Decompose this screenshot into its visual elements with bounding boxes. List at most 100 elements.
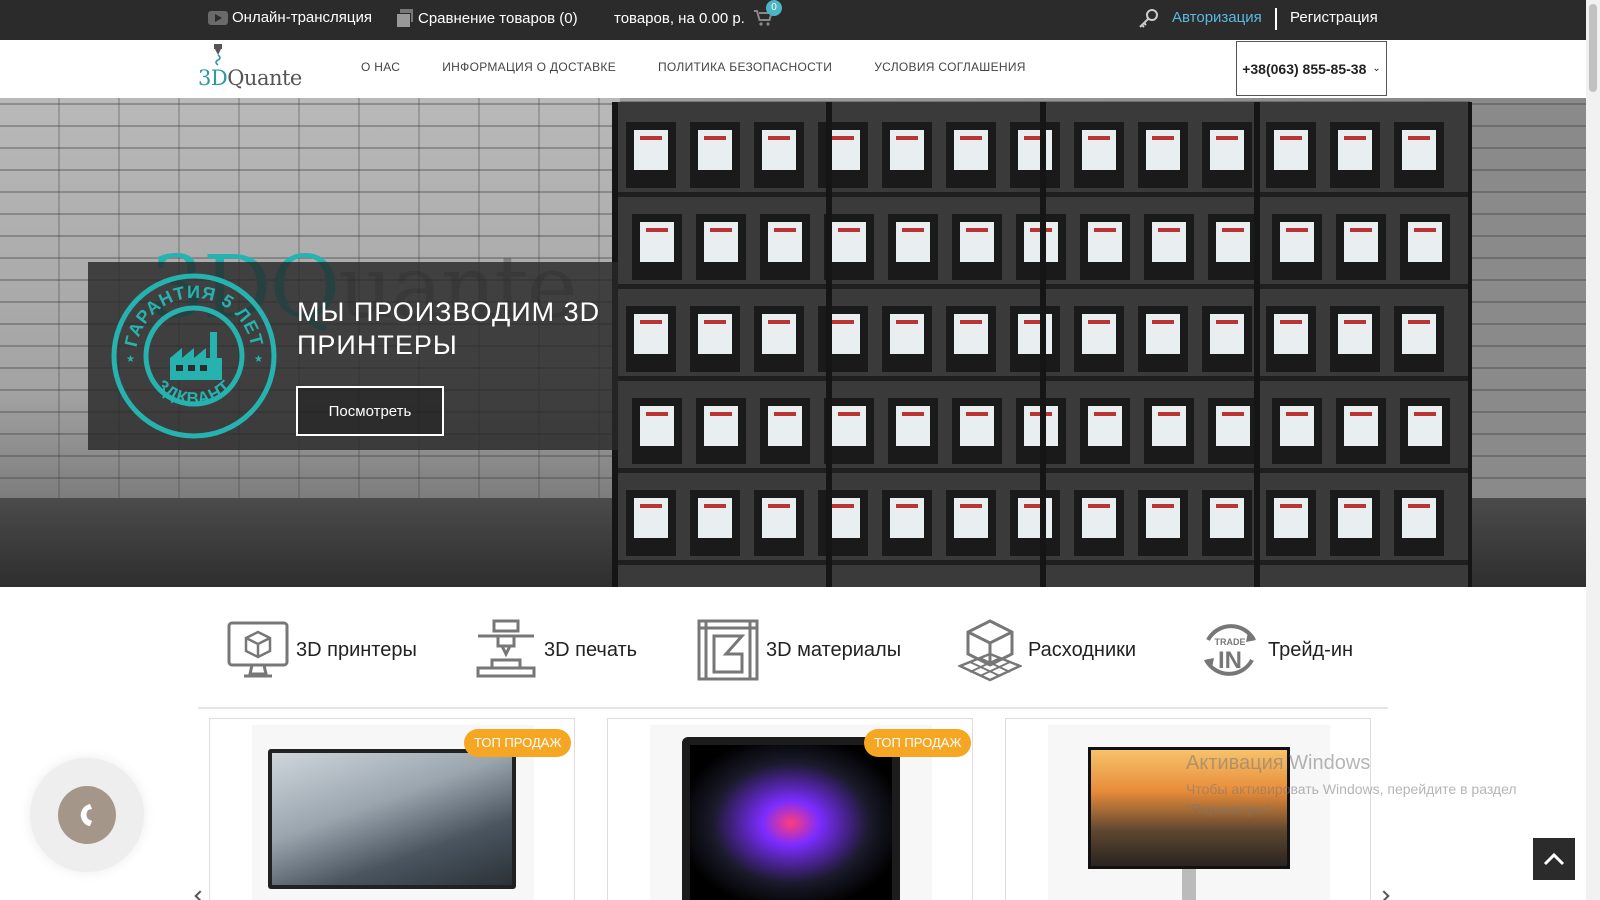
register-link[interactable]: Регистрация: [1290, 9, 1378, 26]
nav-item-about[interactable]: О НАС: [361, 60, 400, 74]
printer-head: [774, 228, 796, 232]
hero-banner: 3DQuante ГАРАНТИЯ 5 ЛЕТ 3ДКВАНТ ★ ★: [0, 98, 1586, 587]
cart-link[interactable]: товаров, на 0.00 р.: [614, 9, 773, 27]
live-stream-label: Онлайн-трансляция: [232, 9, 373, 26]
printer-head: [1152, 504, 1174, 508]
callback-widget: [30, 758, 144, 872]
printer-head: [1344, 320, 1366, 324]
print-head-icon: [476, 619, 536, 678]
site-logo[interactable]: 3DQuante: [198, 44, 310, 94]
printer-head: [704, 320, 726, 324]
printer-head: [640, 320, 662, 324]
category-label: Трейд-ин: [1268, 638, 1354, 661]
rack-post: [1254, 102, 1260, 587]
nav-item-delivery[interactable]: ИНФОРМАЦИЯ О ДОСТАВКЕ: [442, 60, 616, 74]
printer-head: [1158, 228, 1180, 232]
printer-head: [1408, 320, 1430, 324]
category-trade-in[interactable]: TRADE IN Трейд-ин: [1198, 617, 1353, 683]
category-3d-printers[interactable]: 3D принтеры: [226, 617, 417, 683]
hero-title: МЫ ПРОИЗВОДИМ 3D ПРИНТЕРЫ: [297, 297, 601, 360]
category-label: 3D принтеры: [296, 638, 417, 661]
login-link[interactable]: Авторизация: [1172, 9, 1262, 26]
printer-head: [1280, 504, 1302, 508]
printer-head: [710, 228, 732, 232]
printer-head: [768, 320, 790, 324]
cube-grid-icon: [958, 619, 1022, 682]
phone-number: +38(063) 855-85-38: [1242, 60, 1367, 77]
nav-item-terms[interactable]: УСЛОВИЯ СОГЛАШЕНИЯ: [874, 60, 1026, 74]
scrollbar-thumb[interactable]: [1589, 4, 1597, 92]
warranty-badge: ГАРАНТИЯ 5 ЛЕТ 3ДКВАНТ ★ ★: [111, 273, 277, 439]
printer-head: [1414, 412, 1436, 416]
printer-head: [1286, 228, 1308, 232]
chevron-up-icon: [1543, 852, 1565, 866]
printer-head: [896, 136, 918, 140]
laptop-image: [682, 737, 900, 900]
hero-panel: ГАРАНТИЯ 5 ЛЕТ 3ДКВАНТ ★ ★ МЫ ПРОИЗВОДИМ…: [88, 262, 618, 450]
printer-head: [1088, 136, 1110, 140]
rack-post: [826, 102, 832, 587]
printer-head: [1216, 320, 1238, 324]
logo-suffix: Quante: [227, 66, 302, 90]
printer-head: [902, 412, 924, 416]
scroll-to-top-button[interactable]: [1533, 838, 1575, 880]
main-nav: О НАС ИНФОРМАЦИЯ О ДОСТАВКЕ ПОЛИТИКА БЕЗ…: [361, 60, 1026, 74]
windows-activation-text-2: "Параметры".: [1186, 801, 1275, 817]
printer-head: [768, 136, 790, 140]
printer-head: [896, 320, 918, 324]
live-stream-link[interactable]: Онлайн-трансляция: [208, 9, 372, 26]
printer-head: [1152, 136, 1174, 140]
printer-head: [1286, 412, 1308, 416]
printer-head: [704, 504, 726, 508]
svg-text:IN: IN: [1218, 647, 1242, 674]
printer-head: [896, 504, 918, 508]
category-3d-materials[interactable]: 3D материалы: [696, 617, 901, 683]
printer-head: [1222, 412, 1244, 416]
category-consumables[interactable]: Расходники: [958, 617, 1136, 683]
carousel-prev-icon[interactable]: [194, 890, 206, 900]
printer-head: [1280, 136, 1302, 140]
product-card[interactable]: ТОП ПРОДАЖ: [607, 718, 973, 900]
printer-head: [1344, 136, 1366, 140]
printer-head: [1280, 320, 1302, 324]
printer-head: [1222, 228, 1244, 232]
printer-head: [832, 504, 854, 508]
printer-head: [838, 412, 860, 416]
printer-head: [646, 228, 668, 232]
printer-head: [1414, 228, 1436, 232]
factory-icon: [170, 332, 222, 380]
logo-nozzle-icon: [214, 44, 222, 66]
printer-head: [1408, 136, 1430, 140]
printer-head: [838, 228, 860, 232]
category-strip: 3D принтеры 3D печать 3D материалы Расхо…: [0, 587, 1586, 709]
product-card[interactable]: ТОП ПРОДАЖ: [209, 718, 575, 900]
printer-head: [1094, 412, 1116, 416]
key-icon: [1139, 9, 1158, 28]
carousel-next-icon[interactable]: [1378, 890, 1390, 900]
printer-head: [1216, 504, 1238, 508]
phone-icon: [80, 804, 92, 826]
printer-head: [960, 504, 982, 508]
phone-dropdown[interactable]: +38(063) 855-85-38 ⌄: [1236, 41, 1387, 96]
printer-head: [1216, 136, 1238, 140]
printer-head: [966, 228, 988, 232]
page-scrollbar[interactable]: [1586, 0, 1600, 900]
printer-head: [1408, 504, 1430, 508]
compare-link[interactable]: Сравнение товаров (0): [396, 9, 578, 28]
category-3d-print[interactable]: 3D печать: [474, 617, 637, 683]
printer-head: [646, 412, 668, 416]
printer-head: [966, 412, 988, 416]
printer-head: [1088, 504, 1110, 508]
svg-text:3ДКВАНТ: 3ДКВАНТ: [153, 376, 235, 408]
logo-prefix: 3D: [198, 66, 228, 90]
printer-head: [640, 504, 662, 508]
hero-view-button[interactable]: Посмотреть: [296, 386, 444, 436]
phone-call-button[interactable]: [58, 786, 116, 844]
category-label: Расходники: [1028, 638, 1137, 661]
rack-post: [1468, 102, 1472, 587]
printer-head: [832, 320, 854, 324]
svg-text:TRADE: TRADE: [1215, 637, 1246, 647]
printer-head: [960, 320, 982, 324]
nav-item-privacy[interactable]: ПОЛИТИКА БЕЗОПАСНОСТИ: [658, 60, 832, 74]
compare-label: Сравнение товаров (0): [418, 9, 578, 27]
